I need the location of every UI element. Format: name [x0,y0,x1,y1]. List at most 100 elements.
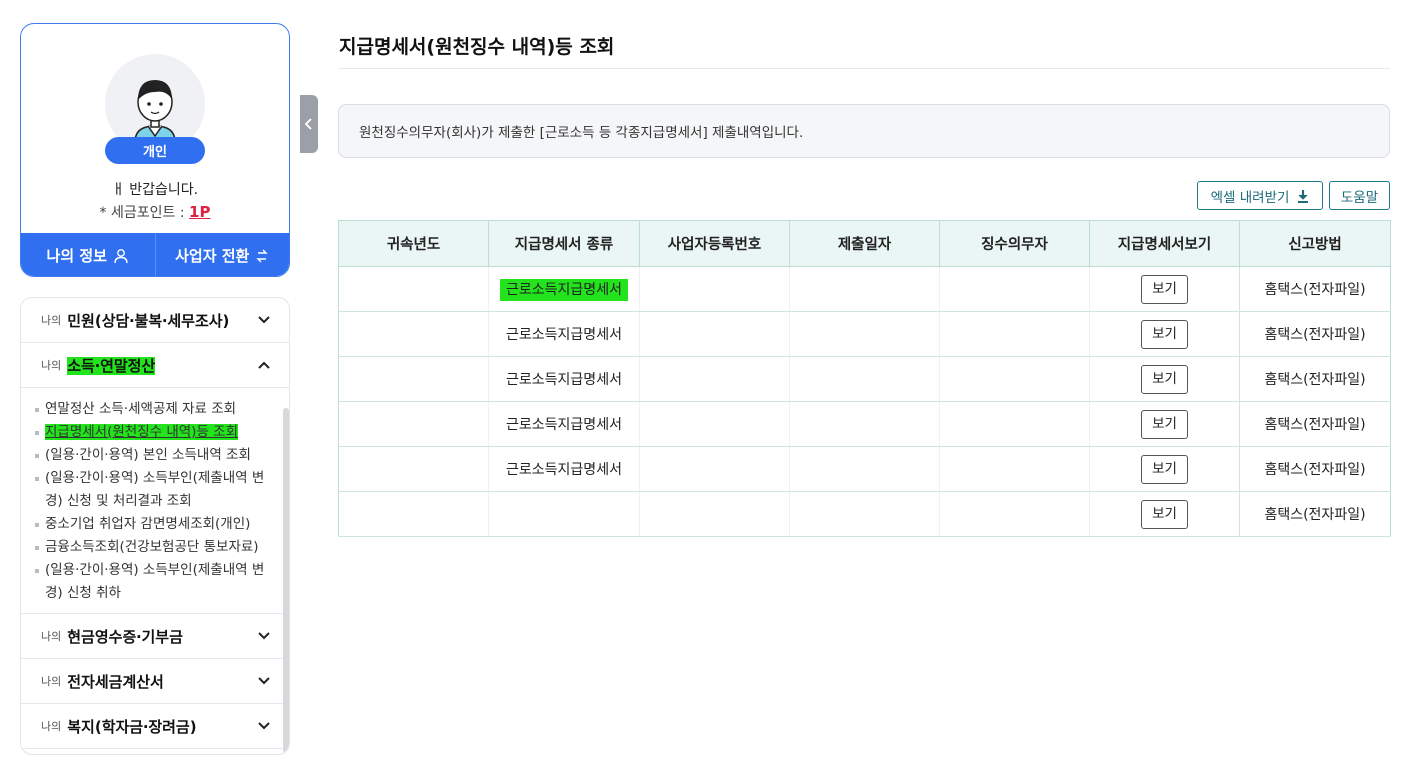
submenu-item-active[interactable]: 지급명세서(원천징수 내역)등 조회 [35,421,277,444]
cell-payer [939,311,1090,357]
cell-method: 홈택스(전자파일) [1239,491,1391,537]
column-header: 신고방법 [1239,220,1391,267]
view-button[interactable]: 보기 [1141,274,1188,304]
table-row: 근로소득지급명세서 보기 홈택스(전자파일) [338,401,1391,447]
menu-prefix: 나의 [41,675,62,688]
view-button[interactable]: 보기 [1141,499,1188,529]
table-row: 근로소득지급명세서 보기 홈택스(전자파일) [338,311,1391,357]
cell-date [789,311,940,357]
tax-points-value[interactable]: 1P [189,203,210,221]
excel-download-label: 엑셀 내려받기 [1210,189,1290,206]
statement-table: 귀속년도 지급명세서 종류 사업자등록번호 제출일자 징수의무자 지급명세서보기… [338,220,1391,537]
chevron-down-icon [258,677,270,685]
user-type-badge: 개인 [105,137,205,164]
notice-box: 원천징수의무자(회사)가 제출한 [근로소득 등 각종지급명세서] 제출내역입니… [338,104,1390,158]
view-button[interactable]: 보기 [1141,454,1188,484]
side-menu: 나의 민원(상담‧불복‧세무조사) 나의 소득‧연말정산 연말정산 소득‧세액공… [20,297,290,755]
cell-kind: 근로소득지급명세서 [488,266,640,312]
income-submenu: 연말정산 소득‧세액공제 자료 조회 지급명세서(원천징수 내역)등 조회 (일… [21,388,289,614]
title-divider [339,68,1390,69]
my-info-button[interactable]: 나의 정보 [21,233,155,276]
cell-brn [639,356,790,402]
column-header: 사업자등록번호 [639,220,790,267]
submenu-item[interactable]: (일용·간이·용역) 본인 소득내역 조회 [35,444,277,467]
submenu-item[interactable]: (일용·간이·용역) 소득부인(제출내역 변경) 신청 및 처리결과 조회 [35,467,277,513]
menu-section-title-highlight: 소득‧연말정산 [67,356,156,375]
table-row: 근로소득지급명세서 보기 홈택스(전자파일) [338,446,1391,492]
greeting-text: ㅐ 반갑습니다. [111,182,199,198]
submenu-item-label: 금융소득조회(건강보험공단 통보자료) [45,539,259,555]
cell-brn [639,266,790,312]
help-button[interactable]: 도움말 [1329,181,1390,210]
column-header: 지급명세서 종류 [488,220,640,267]
sidebar-collapse-handle[interactable] [300,95,318,153]
column-header: 제출일자 [789,220,940,267]
cell-date [789,266,940,312]
switch-business-button[interactable]: 사업자 전환 [154,233,290,276]
submenu-item-label: (일용·간이·용역) 소득부인(제출내역 변경) 신청 취하 [45,562,265,601]
cell-view: 보기 [1089,266,1240,312]
swap-arrows-icon [256,249,269,262]
chevron-down-icon [258,722,270,730]
cell-kind [488,491,640,537]
view-button[interactable]: 보기 [1141,319,1188,349]
table-row: 보기 홈택스(전자파일) [338,491,1391,537]
cell-method: 홈택스(전자파일) [1239,446,1391,492]
menu-section-title: 전자세금계산서 [67,672,164,691]
cell-method: 홈택스(전자파일) [1239,401,1391,447]
view-button[interactable]: 보기 [1141,409,1188,439]
cell-year [338,446,489,492]
cell-year [338,311,489,357]
cell-kind: 근로소득지급명세서 [488,446,640,492]
cell-brn [639,311,790,357]
menu-prefix: 나의 [41,314,62,327]
table-row: 근로소득지급명세서 보기 홈택스(전자파일) [338,266,1391,312]
switch-business-label: 사업자 전환 [175,247,250,265]
table-row: 근로소득지급명세서 보기 홈택스(전자파일) [338,356,1391,402]
download-icon [1298,189,1309,203]
submenu-item[interactable]: (일용·간이·용역) 소득부인(제출내역 변경) 신청 취하 [35,559,277,605]
chevron-left-icon [304,118,312,130]
chevron-down-icon [258,316,270,324]
column-header: 징수의무자 [939,220,1090,267]
cell-payer [939,491,1090,537]
menu-section-title: 소득‧연말정산 [67,355,257,376]
cell-year [338,266,489,312]
cell-year [338,356,489,402]
table-header-row: 귀속년도 지급명세서 종류 사업자등록번호 제출일자 징수의무자 지급명세서보기… [338,220,1391,267]
column-header: 귀속년도 [338,220,489,267]
menu-scrollbar[interactable] [283,408,289,753]
menu-section-title: 복지(학자금‧장려금) [67,717,197,736]
cell-date [789,446,940,492]
profile-actions: 나의 정보 사업자 전환 [21,233,290,276]
tax-points-label: * 세금포인트 : [99,205,185,221]
submenu-item[interactable]: 중소기업 취업자 감면명세조회(개인) [35,513,277,536]
cell-date [789,491,940,537]
page-title: 지급명세서(원천징수 내역)등 조회 [339,36,615,58]
submenu-item[interactable]: 금융소득조회(건강보험공단 통보자료) [35,536,277,559]
cell-view: 보기 [1089,491,1240,537]
menu-section-income[interactable]: 나의 소득‧연말정산 [21,343,289,388]
menu-section-welfare[interactable]: 나의 복지(학자금‧장려금) [21,704,289,749]
column-header: 지급명세서보기 [1089,220,1240,267]
submenu-item-label: 지급명세서(원천징수 내역)등 조회 [45,424,238,440]
excel-download-button[interactable]: 엑셀 내려받기 [1197,181,1323,210]
cell-method: 홈택스(전자파일) [1239,311,1391,357]
person-icon [114,248,128,263]
cell-payer [939,401,1090,447]
menu-section-complaints[interactable]: 나의 민원(상담‧불복‧세무조사) [21,298,289,343]
cell-method: 홈택스(전자파일) [1239,356,1391,402]
chevron-down-icon [258,632,270,640]
cell-view: 보기 [1089,446,1240,492]
chevron-up-icon [258,361,270,369]
submenu-item[interactable]: 연말정산 소득‧세액공제 자료 조회 [35,398,277,421]
notice-text: 원천징수의무자(회사)가 제출한 [근로소득 등 각종지급명세서] 제출내역입니… [359,125,804,141]
cell-date [789,356,940,402]
menu-section-cash-receipt[interactable]: 나의 현금영수증‧기부금 [21,614,289,659]
menu-section-e-invoice[interactable]: 나의 전자세금계산서 [21,659,289,704]
cell-date [789,401,940,447]
my-info-label: 나의 정보 [46,247,107,265]
view-button[interactable]: 보기 [1141,364,1188,394]
profile-card: 개인 ㅐ 반갑습니다. * 세금포인트 : 1P 나의 정보 사업자 전환 [20,23,290,277]
submenu-item-label: 연말정산 소득‧세액공제 자료 조회 [45,401,237,417]
